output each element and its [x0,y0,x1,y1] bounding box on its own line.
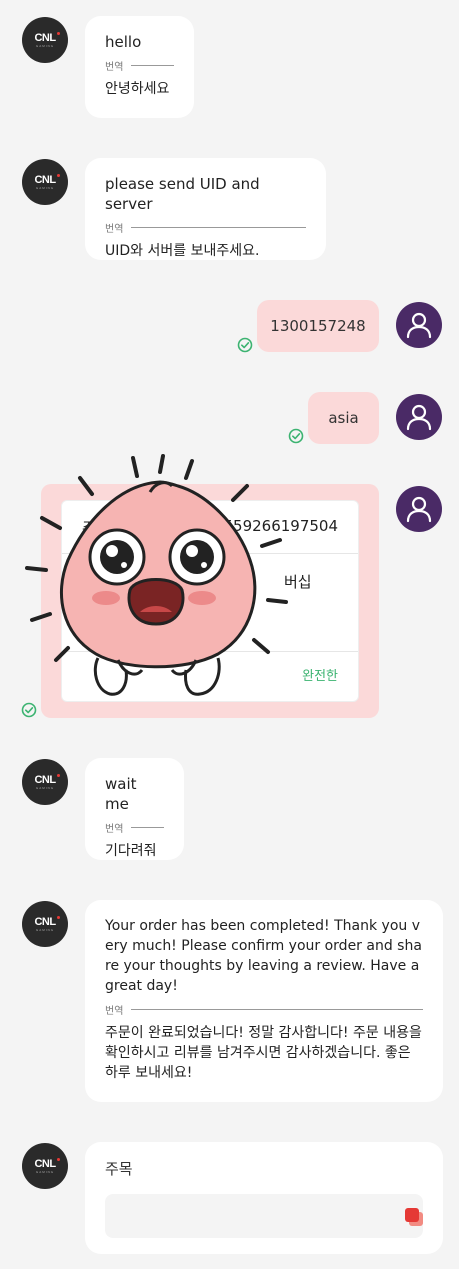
agent-avatar: CNL GAMING [22,1143,68,1189]
message-text: 1300157248 [270,317,366,335]
comment-title: 주목 [105,1160,133,1178]
brand-logo-sub: GAMING [35,785,55,790]
user-message: asia [308,392,379,444]
message-text: wait me [105,775,137,813]
agent-message: wait me 번역 기다려줘 [85,758,184,860]
person-icon [406,496,432,523]
brand-logo: CNL [34,773,60,786]
translation-text: 기다려줘 [105,843,157,859]
person-icon [406,312,432,339]
brand-logo: CNL [34,31,60,44]
user-message: 1300157248 [257,300,379,352]
message-text: Your order has been completed! Thank you… [105,918,422,994]
order-card-message: 주문 82559266197504 버십 완전한 [41,484,379,718]
order-product: 버십 [284,573,312,591]
message-text: asia [328,409,359,427]
agent-avatar: CNL GAMING [22,17,68,63]
message-text: please send UID and server [105,175,260,213]
brand-logo-sub: GAMING [35,43,55,48]
order-status: 완전한 [302,669,338,684]
agent-avatar: CNL GAMING [22,759,68,805]
order-label: 주문 [82,519,110,537]
order-id: 82559266197504 [204,517,338,535]
order-card[interactable]: 주문 82559266197504 버십 완전한 [61,500,359,702]
person-icon [406,404,432,431]
send-icon[interactable] [403,1206,425,1228]
comment-box: 주목 [85,1142,443,1254]
brand-logo-sub: GAMING [35,927,55,932]
brand-logo: CNL [34,173,60,186]
agent-avatar: CNL GAMING [22,159,68,205]
order-id-row: 주문 82559266197504 [62,501,358,554]
brand-logo: CNL [34,915,60,928]
brand-logo-sub: GAMING [35,185,55,190]
translation-divider: 번역 [105,1002,423,1017]
agent-message: Your order has been completed! Thank you… [85,900,443,1102]
translation-text: 주문이 완료되었습니다! 정말 감사합니다! 주문 내용을 확인하시고 리뷰를 … [105,1025,422,1081]
brand-logo: CNL [34,1157,60,1170]
read-check-icon [21,702,37,718]
agent-avatar: CNL GAMING [22,901,68,947]
user-avatar [396,302,442,348]
translation-label: 번역 [105,224,124,235]
translation-label: 번역 [105,824,124,835]
brand-logo-sub: GAMING [35,1169,55,1174]
read-check-icon [237,337,253,353]
translation-label: 번역 [105,1006,124,1017]
translation-divider: 번역 [105,58,174,73]
translation-divider: 번역 [105,220,306,235]
user-avatar [396,486,442,532]
user-avatar [396,394,442,440]
message-text: hello [105,33,142,51]
agent-message: hello 번역 안녕하세요 [85,16,194,118]
agent-message: please send UID and server 번역 UID와 서버를 보… [85,158,326,260]
translation-text: 안녕하세요 [105,81,170,97]
read-check-icon [288,428,304,444]
comment-input[interactable] [105,1194,423,1238]
translation-text: UID와 서버를 보내주세요. [105,243,260,259]
order-product-row: 버십 [62,553,358,652]
translation-label: 번역 [105,62,124,73]
translation-divider: 번역 [105,820,164,835]
